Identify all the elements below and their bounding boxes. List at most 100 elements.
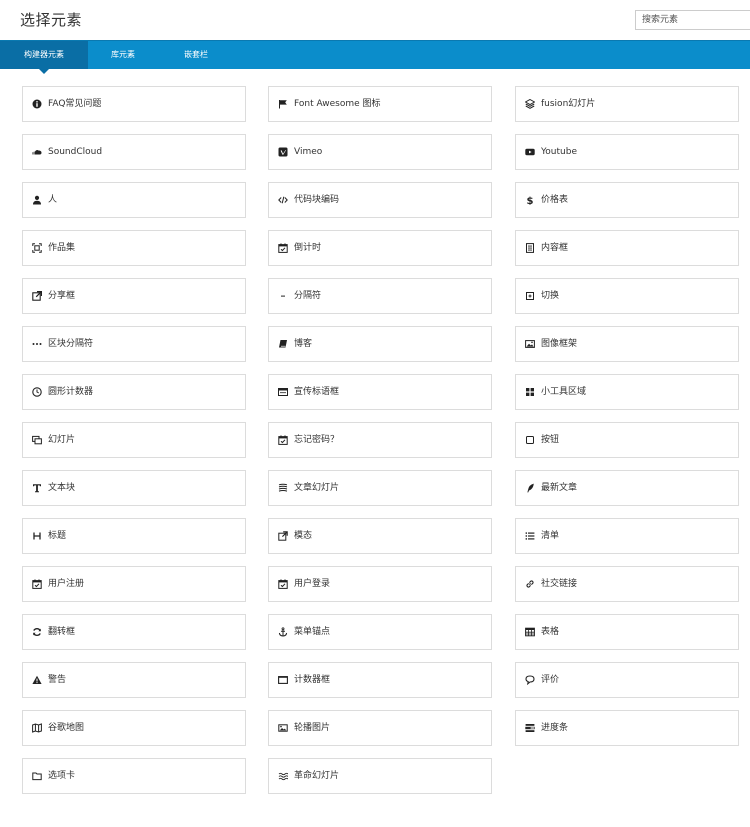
element-card[interactable]: 最新文章	[515, 470, 739, 506]
stack-icon	[278, 483, 288, 492]
element-card-label: 评价	[541, 675, 560, 685]
element-card[interactable]: 选项卡	[22, 758, 246, 794]
text-t-icon	[33, 484, 41, 493]
element-card-label: 谷歌地图	[48, 723, 85, 733]
element-card[interactable]: 倒计时	[268, 230, 492, 266]
element-card[interactable]: 轮播图片	[268, 710, 492, 746]
element-card-label: 革命幻灯片	[294, 771, 340, 781]
element-card[interactable]: 切换	[515, 278, 739, 314]
element-card[interactable]: 表格	[515, 614, 739, 650]
counter-box-icon	[278, 676, 288, 684]
element-card[interactable]: $ 价格表	[515, 182, 739, 218]
element-card[interactable]: 翻转框	[22, 614, 246, 650]
element-card-label: 标题	[48, 531, 67, 541]
element-card-label: 清单	[541, 531, 560, 541]
element-card-label: 模态	[294, 531, 313, 541]
element-card[interactable]: SoundCloud	[22, 134, 246, 170]
portfolio-icon	[32, 243, 42, 253]
tab-nested-columns[interactable]: 嵌套栏	[158, 41, 234, 69]
element-card[interactable]: 清单	[515, 518, 739, 554]
element-card[interactable]: 计数器框	[268, 662, 492, 698]
element-card[interactable]: 评价	[515, 662, 739, 698]
info-circle-icon	[32, 99, 42, 109]
element-card[interactable]: 社交链接	[515, 566, 739, 602]
clock-icon	[32, 387, 42, 397]
element-card-label: 作品集	[48, 243, 76, 253]
element-card[interactable]: 区块分隔符	[22, 326, 246, 362]
element-card-label: 按钮	[541, 435, 560, 445]
element-card[interactable]: 谷歌地图	[22, 710, 246, 746]
element-card[interactable]: 标题	[22, 518, 246, 554]
element-card-label: 计数器框	[294, 675, 331, 685]
element-card[interactable]: Youtube	[515, 134, 739, 170]
element-card[interactable]: 小工具区域	[515, 374, 739, 410]
image-icon	[525, 340, 535, 348]
map-icon	[32, 723, 42, 733]
element-card[interactable]: 用户登录	[268, 566, 492, 602]
element-card[interactable]: 按钮	[515, 422, 739, 458]
code-icon	[278, 196, 288, 204]
svg-text:$: $	[527, 196, 534, 205]
element-card[interactable]: 内容框	[515, 230, 739, 266]
element-card-label: 社交链接	[541, 579, 578, 589]
element-card-label: 倒计时	[294, 243, 322, 253]
element-card-label: 宣传标语框	[294, 387, 340, 397]
element-card-label: 圆形计数器	[48, 387, 94, 397]
element-card[interactable]: 进度条	[515, 710, 739, 746]
share-external-icon	[32, 291, 42, 301]
element-card-label: 文章幻灯片	[294, 483, 340, 493]
youtube-icon	[525, 148, 535, 156]
element-card[interactable]: 警告	[22, 662, 246, 698]
element-card[interactable]: 文章幻灯片	[268, 470, 492, 506]
element-card-label: 轮播图片	[294, 723, 331, 733]
toggle-square-icon	[526, 292, 534, 300]
element-card[interactable]: 菜单锚点	[268, 614, 492, 650]
tab-bar: 构建器元素 库元素 嵌套栏	[0, 40, 750, 74]
element-card[interactable]: FAQ常见问题	[22, 86, 246, 122]
element-card-label: 忘记密码？	[294, 435, 340, 445]
progress-bars-icon	[525, 724, 535, 732]
calendar-check-icon	[278, 579, 288, 589]
element-card-label: 小工具区域	[541, 387, 587, 397]
element-card[interactable]: 革命幻灯片	[268, 758, 492, 794]
element-card-label: Font Awesome 图标	[294, 99, 381, 109]
element-card[interactable]: 宣传标语框	[268, 374, 492, 410]
element-card[interactable]: 博客	[268, 326, 492, 362]
element-card-label: 代码块编码	[294, 195, 340, 205]
element-card[interactable]: 分享框	[22, 278, 246, 314]
element-card[interactable]: 忘记密码？	[268, 422, 492, 458]
element-card-label: 用户登录	[294, 579, 331, 589]
element-card-label: 分享框	[48, 291, 76, 301]
list-icon	[525, 532, 535, 540]
element-card[interactable]: 代码块编码	[268, 182, 492, 218]
slides-icon	[32, 435, 42, 445]
page-title: 选择元素	[20, 11, 83, 29]
element-card[interactable]: 文本块	[22, 470, 246, 506]
element-card[interactable]: Font Awesome 图标	[268, 86, 492, 122]
vimeo-icon	[278, 147, 288, 157]
feather-icon	[527, 483, 534, 493]
element-card[interactable]: 幻灯片	[22, 422, 246, 458]
element-card[interactable]: 分隔符	[268, 278, 492, 314]
warning-icon	[32, 675, 42, 684]
calendar-check-icon	[278, 435, 288, 445]
element-card-label: 进度条	[541, 723, 569, 733]
comments-icon	[525, 675, 535, 685]
element-card[interactable]: 图像框架	[515, 326, 739, 362]
tab-library-elements[interactable]: 库元素	[88, 41, 158, 69]
tab-builder-elements[interactable]: 构建器元素	[0, 41, 88, 74]
element-card[interactable]: 作品集	[22, 230, 246, 266]
element-card[interactable]: fusion幻灯片	[515, 86, 739, 122]
widgets-icon	[526, 388, 534, 396]
heading-h-icon	[33, 532, 41, 540]
element-card-label: 用户注册	[48, 579, 85, 589]
element-card[interactable]: 圆形计数器	[22, 374, 246, 410]
element-card[interactable]: Vimeo	[268, 134, 492, 170]
flag-icon	[279, 100, 287, 109]
element-card[interactable]: 模态	[268, 518, 492, 554]
search-input[interactable]	[635, 10, 750, 30]
element-card-label: 人	[48, 195, 58, 205]
element-card[interactable]: 人	[22, 182, 246, 218]
element-card-label: SoundCloud	[48, 147, 103, 157]
element-card[interactable]: 用户注册	[22, 566, 246, 602]
